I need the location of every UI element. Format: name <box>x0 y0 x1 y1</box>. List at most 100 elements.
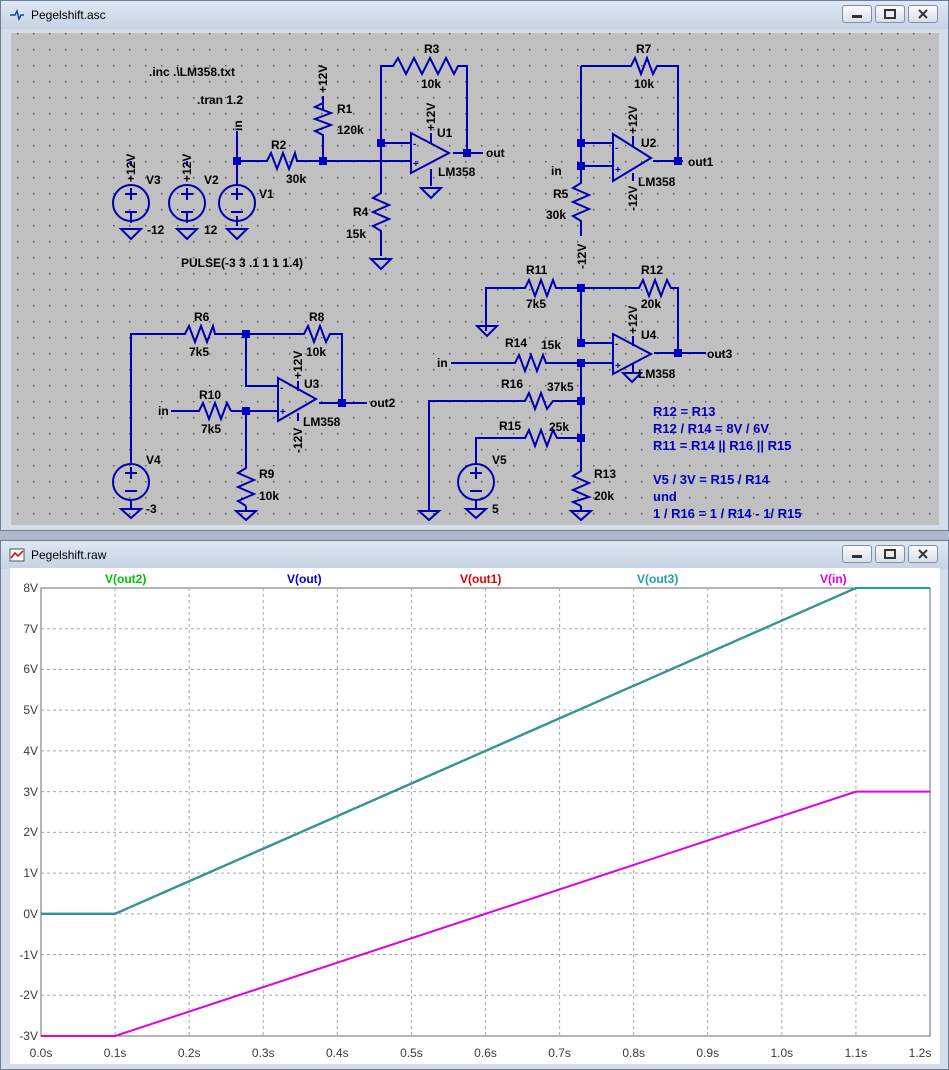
label-v1: V1 <box>259 187 274 201</box>
net-neg12-r5: -12V <box>575 244 589 269</box>
label-v3: V3 <box>146 173 161 187</box>
net-in-4: in <box>231 120 245 131</box>
minimize-icon <box>852 555 862 558</box>
svg-text:-: - <box>413 139 416 150</box>
schematic-canvas[interactable]: - + - + - + - + .inc .\LM358.txt .tran 1.2 P… <box>11 33 939 525</box>
svg-text:-: - <box>615 339 618 350</box>
label-u1: U1 <box>437 126 453 140</box>
value-v5: 5 <box>492 502 499 516</box>
note-line-6[interactable]: 1 / R16 = 1 / R14 - 1/ R15 <box>653 506 802 521</box>
waveform-window: Pegelshift.raw V(out2) V(out) V(out1) V(… <box>0 540 949 1070</box>
value-r10: 7k5 <box>201 422 221 436</box>
directive-pulse[interactable]: PULSE(-3 3 .1 1 1 1.4) <box>181 256 303 270</box>
net-pos12-v3: +12V <box>124 154 138 182</box>
label-r12: R12 <box>641 263 663 277</box>
label-v4: V4 <box>146 453 161 467</box>
value-v2: 12 <box>204 223 218 237</box>
value-r14: 15k <box>541 338 561 352</box>
net-pos12-u4: +12V <box>626 306 640 334</box>
label-r10: R10 <box>199 388 221 402</box>
note-line-4[interactable]: V5 / 3V = R15 / R14 <box>653 472 770 487</box>
net-pos12-v2: +12V <box>180 154 194 182</box>
svg-text:-: - <box>280 383 283 394</box>
label-r11: R11 <box>526 263 548 277</box>
restore-icon <box>884 9 896 19</box>
waveform-window-title: Pegelshift.raw <box>31 548 107 562</box>
value-v4: -3 <box>146 502 157 516</box>
waveform-titlebar[interactable]: Pegelshift.raw <box>1 541 948 569</box>
svg-text:+: + <box>280 407 286 418</box>
directive-inc[interactable]: .inc .\LM358.txt <box>149 65 235 79</box>
part-u4: LM358 <box>638 367 676 381</box>
schematic-app-icon <box>10 8 24 22</box>
label-u4: U4 <box>641 328 657 342</box>
value-r16: 37k5 <box>547 380 574 394</box>
value-r3: 10k <box>421 77 441 91</box>
part-u3: LM358 <box>303 415 341 429</box>
note-line-2[interactable]: R12 / R14 = 8V / 6V <box>653 421 769 436</box>
note-line-5[interactable]: und <box>653 489 677 504</box>
waveform-app-icon <box>9 548 25 562</box>
net-in-1: in <box>437 356 448 370</box>
svg-text:-: - <box>615 143 618 154</box>
plot-pane[interactable]: V(out2) V(out) V(out1) V(out3) V(in) 8V 7… <box>10 568 940 1064</box>
label-r4: R4 <box>353 205 369 219</box>
minimize-button[interactable] <box>842 5 872 23</box>
value-r12: 20k <box>641 297 661 311</box>
label-r7: R7 <box>636 42 652 56</box>
note-line-1[interactable]: R12 = R13 <box>653 404 716 419</box>
value-r15: 25k <box>549 420 569 434</box>
net-neg12-u3: -12V <box>291 428 305 453</box>
label-r15: R15 <box>499 419 521 433</box>
svg-text:+: + <box>615 361 621 372</box>
minimize-icon <box>852 15 862 18</box>
schematic-window: Pegelshift.asc - + - + - + - + .inc .\LM… <box>0 0 949 531</box>
restore-button[interactable] <box>875 5 905 23</box>
part-u1: LM358 <box>438 165 476 179</box>
label-r14: R14 <box>505 336 527 350</box>
restore-button[interactable] <box>875 545 905 563</box>
value-r4: 15k <box>346 227 366 241</box>
label-r3: R3 <box>424 42 440 56</box>
label-r16: R16 <box>501 377 523 391</box>
waveform-plot[interactable] <box>10 568 940 1064</box>
label-r1: R1 <box>337 102 353 116</box>
net-pos12-u3: +12V <box>291 351 305 379</box>
restore-icon <box>884 549 896 559</box>
label-r8: R8 <box>309 310 325 324</box>
svg-text:+: + <box>413 159 419 170</box>
net-out2: out2 <box>370 396 396 410</box>
value-v3: -12 <box>147 223 165 237</box>
label-v2: V2 <box>204 173 219 187</box>
value-r7: 10k <box>634 77 654 91</box>
directive-tran[interactable]: .tran 1.2 <box>197 93 243 107</box>
note-line-3[interactable]: R11 = R14 || R16 || R15 <box>653 438 792 453</box>
label-u3: U3 <box>304 377 320 391</box>
net-out3: out3 <box>707 347 733 361</box>
value-r6: 7k5 <box>189 345 209 359</box>
close-icon <box>918 9 928 19</box>
part-u2: LM358 <box>638 175 676 189</box>
schematic-window-controls <box>842 5 942 25</box>
minimize-button[interactable] <box>842 545 872 563</box>
close-icon <box>918 549 928 559</box>
value-r13: 20k <box>594 489 614 503</box>
label-r9: R9 <box>259 467 275 481</box>
value-r9: 10k <box>259 489 279 503</box>
net-pos12-u1: +12V <box>424 103 438 131</box>
net-pos12-r1: +12V <box>316 65 330 93</box>
svg-text:+: + <box>615 165 621 176</box>
label-r5: R5 <box>553 187 569 201</box>
value-r8: 10k <box>306 345 326 359</box>
value-r11: 7k5 <box>526 297 546 311</box>
schematic-titlebar[interactable]: Pegelshift.asc <box>1 1 948 29</box>
label-r6: R6 <box>194 310 210 324</box>
net-neg12-u2: -12V <box>626 186 640 211</box>
net-out: out <box>486 146 505 160</box>
close-button[interactable] <box>908 545 938 563</box>
close-button[interactable] <box>908 5 938 23</box>
net-in-3: in <box>551 164 562 178</box>
value-r2: 30k <box>286 172 306 186</box>
label-r2: R2 <box>271 138 287 152</box>
net-pos12-u2: +12V <box>626 106 640 134</box>
